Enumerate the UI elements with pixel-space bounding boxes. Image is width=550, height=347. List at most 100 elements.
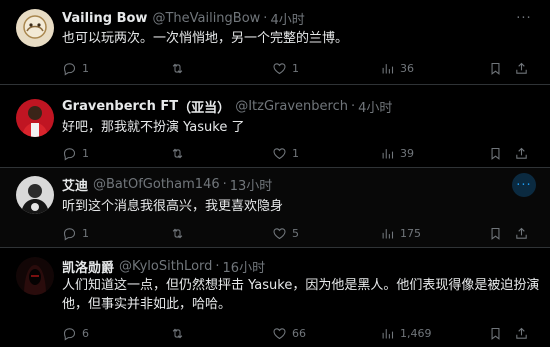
share-icon bbox=[514, 61, 529, 76]
action-bar: 1 1 39 bbox=[62, 143, 532, 163]
views-button[interactable]: 175 bbox=[380, 223, 421, 243]
views-icon bbox=[380, 326, 395, 341]
tweet-text: 人们知道这一点，但仍然想抨击 Yasuke，因为他是黑人。他们表现得像是被迫扮演… bbox=[62, 278, 540, 312]
display-name[interactable]: 凯洛勋爵 bbox=[62, 257, 114, 276]
tweet-text: 好吧，那我就不扮演 Yasuke 了 bbox=[62, 120, 245, 135]
like-icon bbox=[272, 61, 287, 76]
tweet-header: Vailing Bow @TheVailingBow · 4小时 bbox=[62, 9, 305, 28]
tweet[interactable]: Gravenberch FT （亚当） @ItzGravenberch · 4小… bbox=[0, 85, 550, 168]
reply-count: 1 bbox=[82, 61, 89, 75]
share-icon bbox=[514, 146, 529, 161]
tweet[interactable]: 艾迪 @BatOfGotham146 · 13小时 ··· 听到这个消息我很高兴… bbox=[0, 168, 550, 248]
user-handle[interactable]: @TheVailingBow bbox=[152, 11, 260, 26]
display-name[interactable]: Vailing Bow bbox=[62, 11, 147, 26]
avatar[interactable] bbox=[16, 257, 54, 295]
tweet[interactable]: 凯洛勋爵 @KyloSithLord · 16小时 人们知道这一点，但仍然想抨击… bbox=[0, 248, 550, 347]
bookmark-button[interactable] bbox=[488, 223, 503, 243]
like-icon bbox=[272, 226, 287, 241]
tweet[interactable]: Vailing Bow @TheVailingBow · 4小时 ··· 也可以… bbox=[0, 0, 550, 85]
views-button[interactable]: 39 bbox=[380, 143, 414, 163]
share-button[interactable] bbox=[514, 223, 529, 243]
action-bar: 1 1 36 bbox=[62, 58, 532, 78]
share-icon bbox=[514, 226, 529, 241]
like-count: 66 bbox=[292, 326, 306, 340]
like-button[interactable]: 1 bbox=[272, 58, 299, 78]
more-icon: ··· bbox=[516, 10, 532, 26]
reply-icon bbox=[62, 326, 77, 341]
reply-icon bbox=[62, 226, 77, 241]
reply-icon bbox=[62, 61, 77, 76]
bookmark-button[interactable] bbox=[488, 323, 503, 343]
views-button[interactable]: 36 bbox=[380, 58, 414, 78]
avatar-image bbox=[16, 99, 54, 137]
reply-button[interactable]: 6 bbox=[62, 323, 89, 343]
bookmark-button[interactable] bbox=[488, 143, 503, 163]
bookmark-icon bbox=[488, 326, 503, 341]
display-name[interactable]: 艾迪 bbox=[62, 175, 88, 194]
retweet-button[interactable] bbox=[170, 143, 190, 163]
reply-icon bbox=[62, 146, 77, 161]
avatar[interactable] bbox=[16, 99, 54, 137]
separator-dot: · bbox=[263, 10, 268, 26]
avatar-image bbox=[16, 176, 54, 214]
share-button[interactable] bbox=[514, 323, 529, 343]
views-icon bbox=[380, 61, 395, 76]
like-button[interactable]: 5 bbox=[272, 223, 299, 243]
bookmark-button[interactable] bbox=[488, 58, 503, 78]
share-button[interactable] bbox=[514, 143, 529, 163]
tweet-text: 听到这个消息我很高兴，我更喜欢隐身 bbox=[62, 199, 284, 214]
share-button[interactable] bbox=[514, 58, 529, 78]
reply-button[interactable]: 1 bbox=[62, 58, 89, 78]
avatar-image bbox=[16, 9, 54, 47]
bookmark-icon bbox=[488, 146, 503, 161]
view-count: 175 bbox=[400, 226, 421, 240]
display-name[interactable]: Gravenberch FT bbox=[62, 99, 178, 114]
view-count: 39 bbox=[400, 146, 414, 160]
reply-button[interactable]: 1 bbox=[62, 143, 89, 163]
like-button[interactable]: 66 bbox=[272, 323, 306, 343]
retweet-icon bbox=[170, 61, 185, 76]
more-options-button[interactable]: ··· bbox=[512, 173, 536, 197]
avatar[interactable] bbox=[16, 176, 54, 214]
reply-button[interactable]: 1 bbox=[62, 223, 89, 243]
avatar-image bbox=[16, 257, 54, 295]
like-count: 1 bbox=[292, 146, 299, 160]
tweet-header: Gravenberch FT （亚当） @ItzGravenberch · 4小… bbox=[62, 97, 392, 116]
reply-count: 6 bbox=[82, 326, 89, 340]
user-handle[interactable]: @BatOfGotham146 bbox=[93, 177, 220, 192]
like-icon bbox=[272, 146, 287, 161]
share-icon bbox=[514, 326, 529, 341]
avatar[interactable] bbox=[16, 9, 54, 47]
like-count: 1 bbox=[292, 61, 299, 75]
action-bar: 6 66 1,469 bbox=[62, 323, 532, 343]
tweet-header: 艾迪 @BatOfGotham146 · 13小时 bbox=[62, 175, 273, 194]
retweet-icon bbox=[170, 146, 185, 161]
reply-count: 1 bbox=[82, 226, 89, 240]
action-bar: 1 5 175 bbox=[62, 223, 532, 243]
view-count: 36 bbox=[400, 61, 414, 75]
user-handle[interactable]: @KyloSithLord bbox=[119, 259, 212, 274]
timestamp[interactable]: 4小时 bbox=[358, 97, 392, 116]
like-icon bbox=[272, 326, 287, 341]
more-options-button[interactable]: ··· bbox=[512, 6, 536, 30]
tweet-text: 也可以玩两次。一次悄悄地，另一个完整的兰博。 bbox=[62, 31, 349, 46]
separator-dot: · bbox=[215, 258, 220, 274]
retweet-button[interactable] bbox=[170, 58, 190, 78]
retweet-icon bbox=[170, 226, 185, 241]
bookmark-icon bbox=[488, 61, 503, 76]
retweet-button[interactable] bbox=[170, 223, 190, 243]
user-handle[interactable]: @ItzGravenberch bbox=[235, 99, 348, 114]
like-button[interactable]: 1 bbox=[272, 143, 299, 163]
retweet-button[interactable] bbox=[170, 323, 190, 343]
tweet-header: 凯洛勋爵 @KyloSithLord · 16小时 bbox=[62, 257, 266, 276]
like-count: 5 bbox=[292, 226, 299, 240]
views-icon bbox=[380, 146, 395, 161]
views-button[interactable]: 1,469 bbox=[380, 323, 432, 343]
view-count: 1,469 bbox=[400, 326, 432, 340]
timestamp[interactable]: 13小时 bbox=[230, 175, 273, 194]
timestamp[interactable]: 16小时 bbox=[223, 257, 266, 276]
separator-dot: · bbox=[350, 98, 356, 114]
display-name-badge: （亚当） bbox=[178, 100, 231, 116]
timestamp[interactable]: 4小时 bbox=[270, 9, 304, 28]
separator-dot: · bbox=[222, 176, 227, 192]
